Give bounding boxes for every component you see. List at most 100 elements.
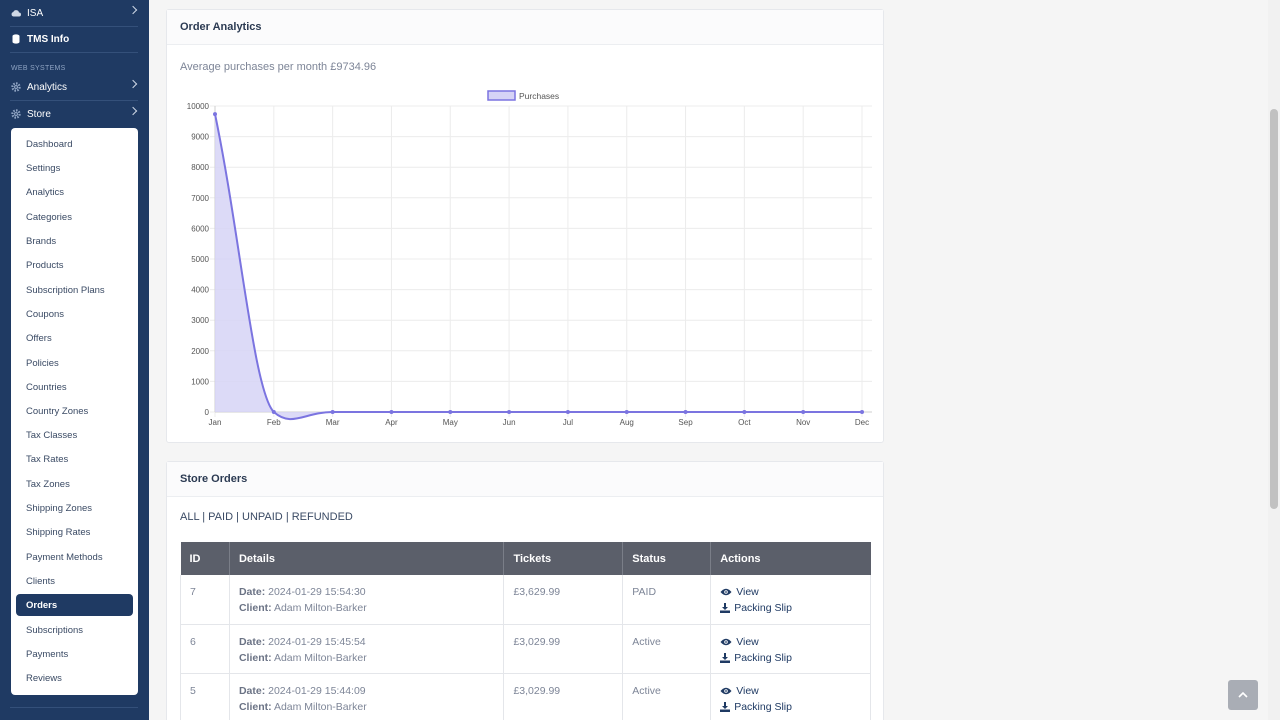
filter-unpaid-link[interactable]: UNPAID xyxy=(242,511,283,523)
filter-refunded-link[interactable]: REFUNDED xyxy=(292,511,353,523)
x-tick-label: Dec xyxy=(855,418,869,427)
view-order-link[interactable]: View xyxy=(720,683,870,699)
y-tick-label: 10000 xyxy=(187,102,210,111)
submenu-item-analytics[interactable]: Analytics xyxy=(11,181,138,203)
submenu-item-reviews[interactable]: Reviews xyxy=(11,667,138,689)
series-area-purchases xyxy=(215,114,862,420)
sidebar-item-label: TMS Info xyxy=(27,33,70,45)
eye-icon xyxy=(720,687,732,694)
sidebar-item-isa[interactable]: ISA xyxy=(0,0,149,26)
submenu-item-categories[interactable]: Categories xyxy=(11,206,138,228)
scrollbar-thumb[interactable] xyxy=(1270,109,1278,509)
submenu-item-policies[interactable]: Policies xyxy=(11,352,138,374)
date-label: Date: xyxy=(238,586,266,598)
table-row: 6 Date: 2024-01-29 15:45:54 Client: Adam M… xyxy=(180,624,871,674)
order-analytics-card: Order Analytics Average purchases per mo… xyxy=(166,9,884,443)
order-client: Adam Milton-Barker xyxy=(273,651,367,664)
submenu-item-dashboard[interactable]: Dashboard xyxy=(11,133,138,155)
eye-icon xyxy=(720,588,732,596)
legend-swatch-purchases xyxy=(487,90,516,101)
submenu-item-orders[interactable]: Orders xyxy=(16,594,133,616)
view-label: View xyxy=(736,684,759,697)
submenu-item-payment-methods[interactable]: Payment Methods xyxy=(11,546,138,568)
y-tick-label: 7000 xyxy=(191,194,209,203)
y-tick-label: 9000 xyxy=(191,133,209,142)
submenu-item-shipping-zones[interactable]: Shipping Zones xyxy=(11,497,138,519)
submenu-item-tax-classes[interactable]: Tax Classes xyxy=(11,424,138,446)
order-tickets: £3,629.99 xyxy=(503,575,624,625)
scroll-to-top-button[interactable] xyxy=(1228,680,1258,710)
filter-all-link[interactable]: ALL xyxy=(180,511,199,523)
sidebar-section-heading: WEB SYSTEMS xyxy=(11,65,66,72)
purchases-chart: 0 1000 2000 3000 4000 5000 6000 7000 8000 9000 100… xyxy=(187,90,872,427)
scrollbar[interactable] xyxy=(1268,0,1280,720)
order-client: Adam Milton-Barker xyxy=(273,602,367,614)
submenu-item-countries[interactable]: Countries xyxy=(11,376,138,398)
submenu-item-tax-zones[interactable]: Tax Zones xyxy=(11,473,138,495)
sidebar: ISA TMS Info WEB SYSTEMS Analytics Store… xyxy=(0,0,149,720)
eye-icon xyxy=(720,638,732,645)
x-tick-label: Mar xyxy=(326,418,340,427)
y-tick-label: 8000 xyxy=(191,163,209,172)
y-tick-label: 3000 xyxy=(191,316,209,325)
order-details: Date: 2024-01-29 15:44:09 Client: Adam Mi… xyxy=(229,673,505,720)
submenu-item-payments[interactable]: Payments xyxy=(11,643,138,665)
cloud-icon xyxy=(11,8,21,18)
order-actions: View Packing Slip xyxy=(710,575,871,625)
order-filters: ALL | PAID | UNPAID | REFUNDED xyxy=(180,511,353,523)
data-point xyxy=(683,410,688,414)
data-point xyxy=(389,410,394,414)
order-details: Date: 2024-01-29 15:45:54 Client: Adam Mi… xyxy=(229,624,505,674)
column-header-actions: Actions xyxy=(710,542,871,575)
view-order-link[interactable]: View xyxy=(720,634,870,650)
filter-paid-link[interactable]: PAID xyxy=(208,511,233,523)
submenu-item-settings[interactable]: Settings xyxy=(11,157,138,179)
packing-slip-link[interactable]: Packing Slip xyxy=(720,600,870,616)
submenu-item-coupons[interactable]: Coupons xyxy=(11,303,138,325)
submenu-item-products[interactable]: Products xyxy=(11,254,138,276)
client-label: Client: xyxy=(238,651,272,664)
packing-slip-link[interactable]: Packing Slip xyxy=(720,699,870,715)
data-point xyxy=(330,410,335,414)
date-label: Date: xyxy=(238,635,266,648)
table-header-row: ID Details Tickets Status Actions xyxy=(180,542,871,575)
submenu-item-brands[interactable]: Brands xyxy=(11,230,138,252)
chevron-right-icon xyxy=(128,5,138,15)
sidebar-item-store[interactable]: Store xyxy=(0,101,149,127)
chevron-right-icon xyxy=(128,79,138,89)
data-point xyxy=(860,410,864,414)
packing-slip-link[interactable]: Packing Slip xyxy=(720,650,870,666)
data-point xyxy=(507,410,512,414)
submenu-item-clients[interactable]: Clients xyxy=(11,570,138,592)
data-point xyxy=(448,410,453,414)
x-tick-label: Jul xyxy=(563,418,573,427)
data-point xyxy=(565,410,570,414)
data-point xyxy=(742,410,747,414)
y-tick-label: 6000 xyxy=(191,224,209,233)
submenu-item-subscription-plans[interactable]: Subscription Plans xyxy=(11,279,138,301)
order-actions: View Packing Slip xyxy=(710,673,871,720)
gear-icon xyxy=(11,82,21,92)
sidebar-item-label: ISA xyxy=(27,7,44,19)
database-icon xyxy=(11,34,21,44)
submenu-item-subscriptions[interactable]: Subscriptions xyxy=(11,619,138,641)
order-actions: View Packing Slip xyxy=(710,624,871,674)
submenu-item-shipping-rates[interactable]: Shipping Rates xyxy=(11,521,138,543)
packing-slip-label: Packing Slip xyxy=(734,651,792,664)
sidebar-item-tms-info[interactable]: TMS Info xyxy=(0,26,149,52)
submenu-item-tax-rates[interactable]: Tax Rates xyxy=(11,448,138,470)
client-label: Client: xyxy=(238,602,272,614)
x-tick-label: Jan xyxy=(209,418,222,427)
x-tick-label: Oct xyxy=(738,418,751,427)
order-id: 5 xyxy=(180,673,230,720)
submenu-item-offers[interactable]: Offers xyxy=(11,327,138,349)
y-tick-label: 4000 xyxy=(191,286,209,295)
sidebar-item-label: Analytics xyxy=(27,81,68,93)
view-order-link[interactable]: View xyxy=(720,584,870,600)
table-row: 5 Date: 2024-01-29 15:44:09 Client: Adam M… xyxy=(180,673,871,720)
order-date: 2024-01-29 15:44:09 xyxy=(268,684,366,697)
view-label: View xyxy=(736,586,759,598)
sidebar-item-analytics[interactable]: Analytics xyxy=(0,74,149,100)
submenu-item-country-zones[interactable]: Country Zones xyxy=(11,400,138,422)
chevron-up-icon xyxy=(1238,692,1248,698)
